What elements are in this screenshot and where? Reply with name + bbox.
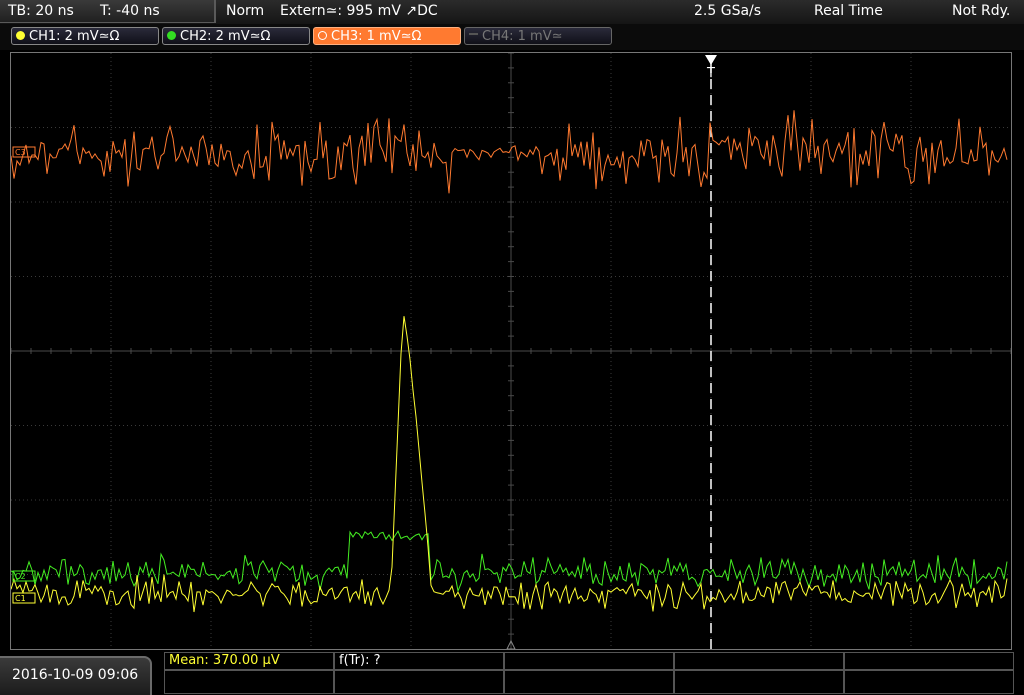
ch3-offset-label: C3 xyxy=(15,148,26,157)
channel-bar: CH1: 2 mV≃Ω CH2: 2 mV≃Ω CH3: 1 mV≃Ω CH4:… xyxy=(0,24,1024,50)
trigger-marker-label: T xyxy=(706,66,715,81)
measurement-2-value: f(Tr): ? xyxy=(339,653,381,668)
ch4-off-icon xyxy=(469,32,478,35)
measurement-4[interactable] xyxy=(674,652,844,670)
measurement-1-value: Mean: 370.00 µV xyxy=(169,653,280,668)
ch2-offset-label: C2 xyxy=(15,572,26,581)
channel-2-button[interactable]: CH2: 2 mV≃Ω xyxy=(162,27,310,45)
acquisition-mode[interactable]: Real Time xyxy=(814,3,883,19)
ch2-dot-icon xyxy=(167,31,176,40)
footer-bar: 2016-10-09 09:06 Mean: 370.00 µV f(Tr): … xyxy=(0,650,1024,695)
measurement-10[interactable] xyxy=(844,670,1014,694)
graticule xyxy=(11,53,1011,649)
datetime-panel[interactable]: 2016-10-09 09:06 xyxy=(0,656,152,695)
measurement-6[interactable] xyxy=(164,670,334,694)
channel-3-button[interactable]: CH3: 1 mV≃Ω xyxy=(313,27,461,45)
ch3-trace xyxy=(11,110,1008,194)
channel-4-label: CH4: 1 mV≃ xyxy=(482,29,563,44)
trigger-source[interactable]: Extern≃: 995 mV ↗DC xyxy=(280,3,438,19)
measurement-9[interactable] xyxy=(674,670,844,694)
timebase-panel[interactable]: TB: 20 ns T: -40 ns xyxy=(0,0,216,23)
measurement-7[interactable] xyxy=(334,670,504,694)
measurement-8[interactable] xyxy=(504,670,674,694)
trigger-mode[interactable]: Norm xyxy=(226,3,264,19)
ch1-dot-icon xyxy=(16,31,25,40)
datetime: 2016-10-09 09:06 xyxy=(12,667,139,683)
measurement-1[interactable]: Mean: 370.00 µV xyxy=(164,652,334,670)
run-state: Not Rdy. xyxy=(952,3,1011,19)
ch1-offset-label: C1 xyxy=(15,594,26,603)
channel-2-label: CH2: 2 mV≃Ω xyxy=(180,29,271,44)
channel-3-label: CH3: 1 mV≃Ω xyxy=(331,29,422,44)
trigger-time-value: T: -40 ns xyxy=(100,3,160,19)
sample-rate: 2.5 GSa/s xyxy=(694,3,762,19)
ch2-trace xyxy=(11,530,1008,593)
status-bar: TB: 20 ns T: -40 ns Norm Extern≃: 995 mV… xyxy=(0,0,1024,24)
measurement-3[interactable] xyxy=(504,652,674,670)
channel-4-button[interactable]: CH4: 1 mV≃ xyxy=(464,27,612,45)
measurement-5[interactable] xyxy=(844,652,1014,670)
trigger-position-icon[interactable] xyxy=(705,55,717,65)
waveform-canvas: T C3 C2 C1 xyxy=(11,53,1011,649)
ch3-dot-icon xyxy=(318,31,327,40)
measurement-2[interactable]: f(Tr): ? xyxy=(334,652,504,670)
channel-1-button[interactable]: CH1: 2 mV≃Ω xyxy=(11,27,159,45)
waveform-display[interactable]: T C3 C2 C1 xyxy=(10,52,1012,650)
timebase-value: TB: 20 ns xyxy=(8,3,74,19)
ch1-trace xyxy=(11,316,1008,613)
channel-1-label: CH1: 2 mV≃Ω xyxy=(29,29,120,44)
